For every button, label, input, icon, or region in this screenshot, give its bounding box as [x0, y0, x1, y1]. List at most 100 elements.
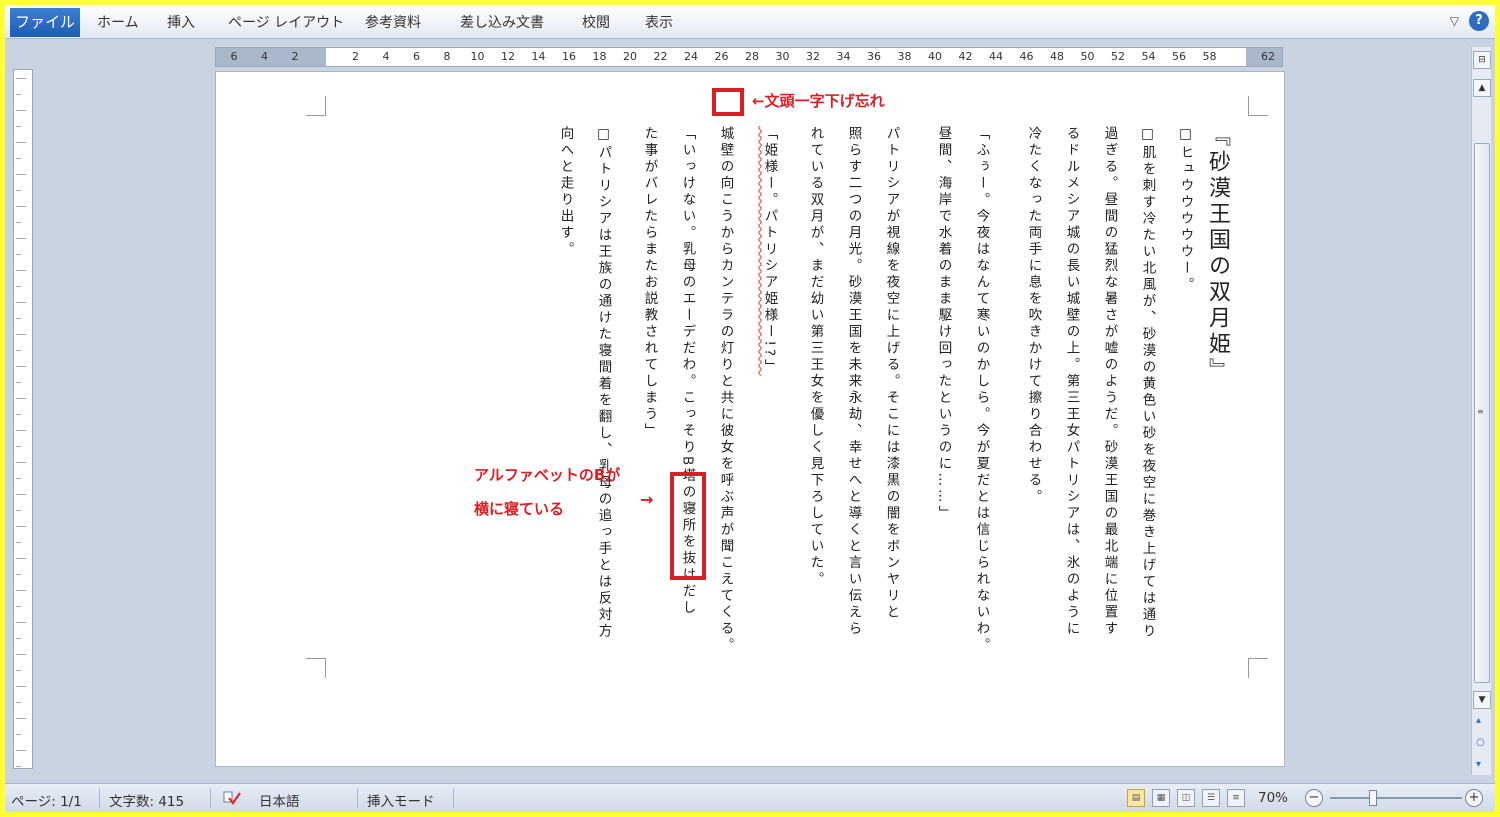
zoom-level[interactable]: 70% — [1258, 790, 1288, 806]
annotation-box-letter-b — [670, 472, 706, 580]
ruler-label: 10 — [470, 50, 485, 63]
zoom-slider-thumb[interactable] — [1369, 790, 1377, 806]
ruler-label: 8 — [443, 50, 451, 63]
tab-insert[interactable]: 挿入 — [167, 12, 195, 34]
document-title: 『砂漠王国の双月姫』 — [1205, 124, 1230, 384]
divider — [453, 788, 454, 808]
tab-view[interactable]: 表示 — [645, 12, 673, 34]
annotation-box-indent — [712, 88, 744, 116]
tab-review[interactable]: 校閲 — [582, 12, 610, 34]
annotation-letter-note-line1: アルファベットのBが — [474, 466, 621, 484]
tab-references[interactable]: 参考資料 — [365, 12, 421, 34]
ruler-tick — [16, 286, 21, 287]
print-layout-icon[interactable]: ▤ — [1127, 789, 1145, 807]
ruler-toggle-icon[interactable]: ⊟ — [1473, 51, 1491, 69]
outline-icon[interactable]: ☰ — [1202, 789, 1220, 807]
web-layout-icon[interactable]: ◫ — [1177, 789, 1195, 807]
ruler-label: 44 — [989, 50, 1003, 63]
proofing-icon[interactable] — [221, 788, 243, 808]
ruler-label: 30 — [775, 50, 790, 63]
ruler-tick — [16, 366, 26, 367]
text-line: パトリシアが視線を夜空に上げる。そこには漆黒の闇をボンヤリと — [883, 126, 900, 621]
ruler-label: 42 — [958, 50, 973, 63]
scroll-down-button[interactable]: ▼ — [1473, 691, 1491, 709]
tab-mailings[interactable]: 差し込み文書 — [460, 12, 544, 34]
ruler-tick — [16, 446, 21, 447]
ruler-tick — [16, 670, 21, 671]
text-line: 過ぎる。昼間の猛烈な暑さが嘘のようだ。砂漠王国の最北端に位置す — [1101, 126, 1118, 638]
annotation-letter-note-line2: 横に寝ている — [474, 500, 565, 518]
insert-mode-indicator[interactable]: 挿入モード — [367, 790, 435, 810]
tab-file[interactable]: ファイル — [10, 8, 80, 37]
ruler-tick — [16, 334, 26, 335]
tab-page-layout[interactable]: ページ レイアウト — [228, 12, 344, 34]
annotation-letter-note: アルファベットのBが 横に寝ている — [474, 458, 620, 526]
ruler-tick — [16, 718, 26, 719]
ruler-label: 20 — [623, 50, 637, 63]
ruler-tick — [16, 702, 21, 703]
next-page-icon[interactable]: ▾ — [1476, 759, 1481, 770]
ruler-label: 56 — [1172, 50, 1186, 63]
full-screen-reading-icon[interactable]: ▦ — [1152, 789, 1170, 807]
ribbon-tab-bar: ファイル ホーム 挿入 ページ レイアウト 参考資料 差し込み文書 校閲 表示 … — [5, 5, 1495, 39]
ruler-tick — [16, 382, 21, 383]
ruler-tick — [16, 606, 21, 607]
crop-mark — [1248, 658, 1268, 678]
ruler-label: 26 — [714, 50, 729, 63]
ruler-tick — [16, 350, 21, 351]
ruler-label: 50 — [1080, 50, 1095, 63]
ruler-tick — [16, 462, 26, 463]
text-line: 「姫様ー。パトリシア姫様ー!?」 — [761, 126, 778, 376]
ruler-label: 14 — [531, 50, 546, 63]
draft-icon[interactable]: ≡ — [1227, 789, 1245, 807]
ruler-label: 12 — [501, 50, 515, 63]
vertical-ruler[interactable] — [13, 69, 33, 769]
ruler-label: 40 — [928, 50, 942, 63]
document-page[interactable]: 『砂漠王国の双月姫』 □ヒュウウウウウー。 □肌を刺す冷たい北風が、砂漠の黄色い… — [215, 71, 1285, 767]
ruler-tick — [16, 110, 26, 111]
grip-icon: ≡ — [1477, 407, 1484, 416]
page-count[interactable]: ページ: 1/1 — [11, 790, 82, 810]
ruler-tick — [16, 318, 21, 319]
scroll-up-button[interactable]: ▲ — [1473, 79, 1491, 97]
divider — [99, 788, 100, 808]
ruler-label: 32 — [806, 50, 820, 63]
ruler-label: 36 — [867, 50, 881, 63]
ruler-tick — [16, 590, 26, 591]
previous-page-icon[interactable]: ▴ — [1476, 715, 1481, 726]
word-count[interactable]: 文字数: 415 — [109, 790, 184, 810]
annotation-indent-note: ←文頭一字下げ忘れ — [752, 92, 885, 110]
ruler-label: 4 — [261, 50, 268, 63]
zoom-slider-track[interactable] — [1330, 797, 1462, 799]
word-window: ファイル ホーム 挿入 ページ レイアウト 参考資料 差し込み文書 校閲 表示 … — [5, 5, 1495, 812]
language-indicator[interactable]: 日本語 — [259, 790, 300, 810]
vertical-scrollbar[interactable]: ⊟ ▲ ≡ ▼ ▴ ○ ▾ — [1471, 47, 1491, 775]
zoom-out-button[interactable]: − — [1305, 789, 1323, 807]
ruler-tick — [16, 78, 26, 79]
ruler-ticks: 6 4 2 2 4 6 8 10 12 14 16 18 20 22 24 26 28 30 32 34 36 38 40 4… — [216, 48, 1282, 66]
text-line: 昼間、海岸で水着のまま駆け回ったというのに……」 — [935, 126, 952, 522]
text-line: るドルメシア城の長い城壁の上。第三王女パトリシアは、氷のように — [1063, 126, 1080, 638]
ruler-tick — [16, 270, 26, 271]
browse-object-icon[interactable]: ○ — [1476, 737, 1485, 748]
text-line: 城壁の向こうからカンテラの灯りと共に彼女を呼ぶ声が聞こえてくる。 — [717, 126, 734, 654]
ruler-label: 38 — [897, 50, 912, 63]
text-line: □パトリシアは王族の通けた寝間着を翻し、乳母の追っ手とは反対方 — [595, 126, 612, 640]
text-line: □肌を刺す冷たい北風が、砂漠の黄色い砂を夜空に巻き上げては通り — [1139, 126, 1156, 640]
ruler-label: 6 — [230, 50, 238, 63]
ruler-tick — [16, 126, 21, 127]
zoom-in-button[interactable]: + — [1465, 789, 1483, 807]
annotation-arrow: → — [640, 490, 654, 509]
text-line: 向へと走り出す。 — [557, 126, 574, 258]
ruler-tick — [16, 254, 21, 255]
horizontal-ruler[interactable]: 6 4 2 2 4 6 8 10 12 14 16 18 20 22 24 26 28 30 32 34 36 38 40 4… — [215, 47, 1283, 67]
ruler-tick — [16, 750, 26, 751]
ruler-tick — [16, 398, 26, 399]
divider — [357, 788, 358, 808]
chevron-down-icon[interactable]: ▽ — [1450, 14, 1459, 28]
ruler-tick — [16, 238, 26, 239]
help-icon[interactable]: ? — [1469, 11, 1489, 31]
ruler-label: 62 — [1261, 50, 1275, 63]
tab-home[interactable]: ホーム — [97, 12, 139, 34]
crop-mark — [1248, 96, 1268, 116]
